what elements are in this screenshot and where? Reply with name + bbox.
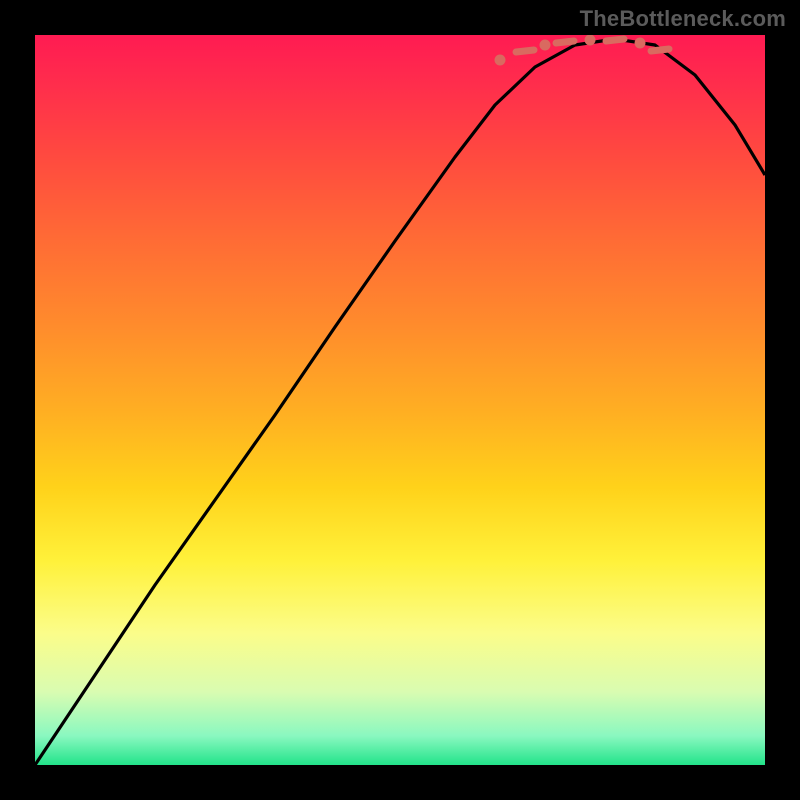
chart-frame: TheBottleneck.com <box>0 0 800 800</box>
marker-dot <box>495 55 506 66</box>
marker-dot <box>540 40 551 51</box>
marker-dash <box>556 41 574 43</box>
plot-area <box>35 35 765 765</box>
chart-svg <box>35 35 765 765</box>
marker-dash <box>516 50 534 52</box>
bottleneck-curve <box>35 39 765 765</box>
marker-dot <box>585 35 596 46</box>
marker-dash <box>606 39 624 41</box>
optimal-zone-markers <box>495 35 670 66</box>
watermark-text: TheBottleneck.com <box>580 6 786 32</box>
marker-dash <box>651 49 669 51</box>
marker-dot <box>635 38 646 49</box>
